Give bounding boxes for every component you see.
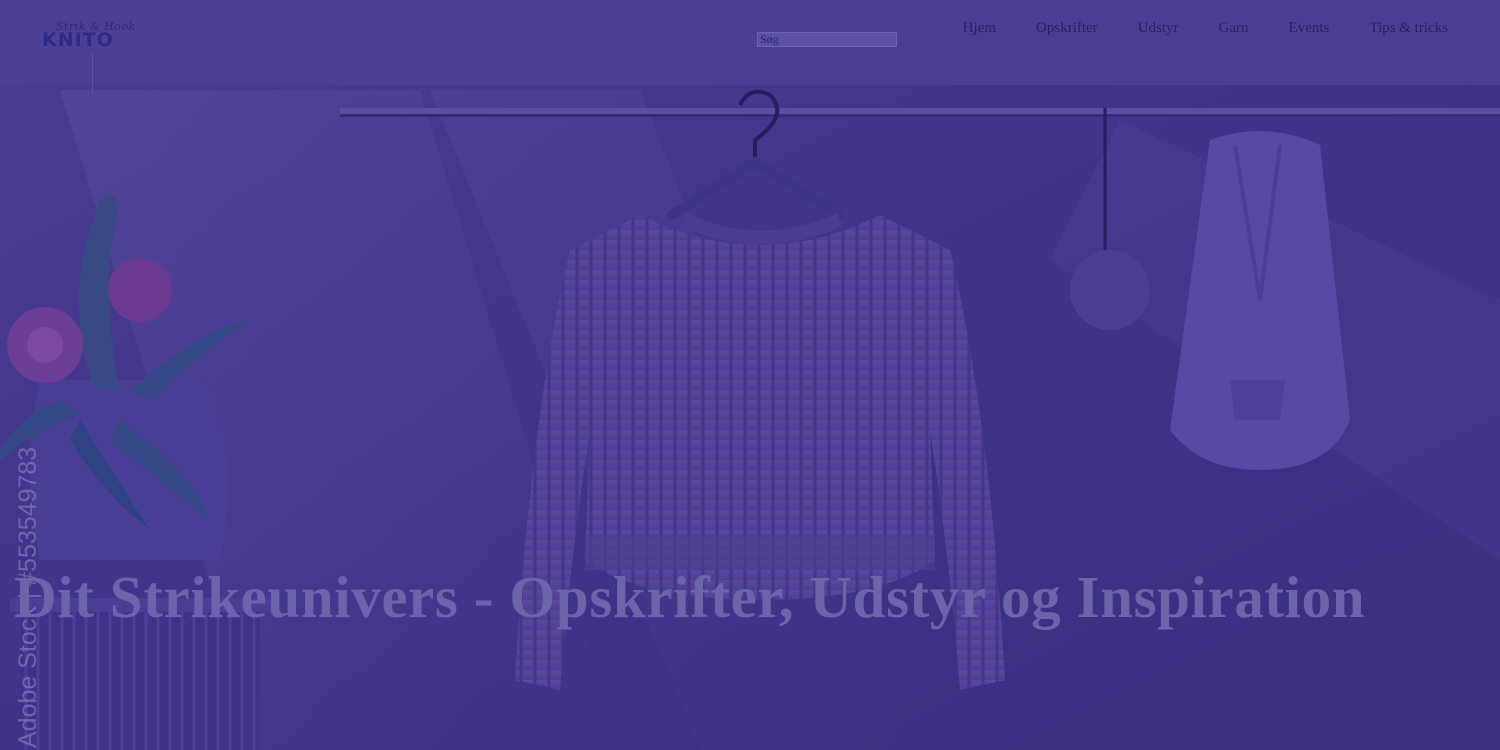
logo-thread-decoration: [92, 54, 93, 94]
page: Strik & Hook KNITO Hjem Opskrifter Udsty…: [0, 0, 1500, 750]
site-header: Strik & Hook KNITO Hjem Opskrifter Udsty…: [0, 0, 1500, 94]
site-logo[interactable]: Strik & Hook KNITO: [40, 18, 135, 94]
hero-title: Dit Strikeunivers - Opskrifter, Udstyr o…: [14, 564, 1366, 630]
nav-item-opskrifter[interactable]: Opskrifter: [1036, 20, 1098, 37]
nav-item-garn[interactable]: Garn: [1219, 20, 1249, 37]
hero-background-image: [0, 0, 1500, 750]
nav-item-events[interactable]: Events: [1289, 20, 1330, 37]
nav-item-tips-tricks[interactable]: Tips & tricks: [1369, 20, 1448, 37]
nav-item-udstyr[interactable]: Udstyr: [1138, 20, 1179, 37]
nav-item-hjem[interactable]: Hjem: [963, 20, 996, 37]
main-navigation: Hjem Opskrifter Udstyr Garn Events Tips …: [963, 20, 1448, 37]
search-input[interactable]: [757, 32, 897, 47]
logo-wordmark: KNITO: [42, 29, 114, 51]
